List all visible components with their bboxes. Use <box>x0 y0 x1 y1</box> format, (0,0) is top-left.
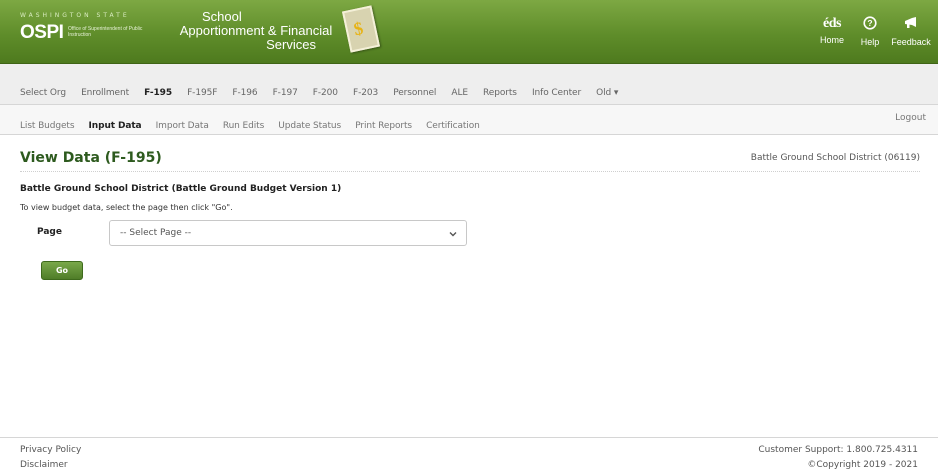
page-select[interactable]: -- Select Page -- <box>109 220 467 246</box>
nav-f197[interactable]: F-197 <box>273 88 298 98</box>
nav-f203[interactable]: F-203 <box>353 88 378 98</box>
go-button[interactable]: Go <box>41 261 83 280</box>
logo-ospi-text: OSPI <box>20 22 64 43</box>
subnav-list-budgets[interactable]: List Budgets <box>20 121 75 131</box>
app-title: School Apportionment & Financial Service… <box>176 10 336 52</box>
page-select-value: -- Select Page -- <box>120 228 192 238</box>
nav-old-dropdown[interactable]: Old ▾ <box>596 88 618 98</box>
nav-f195[interactable]: F-195 <box>144 88 172 98</box>
subnav-print-reports[interactable]: Print Reports <box>355 121 412 131</box>
megaphone-icon <box>889 16 933 34</box>
page-heading: View Data (F-195) Battle Ground School D… <box>20 150 920 172</box>
nav-enrollment[interactable]: Enrollment <box>81 88 129 98</box>
nav-f195f[interactable]: F-195F <box>187 88 217 98</box>
nav-personnel[interactable]: Personnel <box>393 88 436 98</box>
logout-link[interactable]: Logout <box>895 113 926 123</box>
app-header: WASHINGTON STATE OSPI Office of Superint… <box>0 0 938 64</box>
subnav-import-data[interactable]: Import Data <box>156 121 209 131</box>
district-tag: Battle Ground School District (06119) <box>750 153 920 163</box>
primary-nav: Select Org Enrollment F-195 F-195F F-196… <box>0 64 938 105</box>
help-label: Help <box>860 37 880 47</box>
budget-title: Battle Ground School District (Battle Gr… <box>20 184 342 194</box>
ospi-logo[interactable]: WASHINGTON STATE OSPI Office of Superint… <box>20 12 172 46</box>
svg-text:?: ? <box>867 18 872 28</box>
feedback-label: Feedback <box>891 37 931 47</box>
nav-ale[interactable]: ALE <box>451 88 468 98</box>
customer-support-text: Customer Support: 1.800.725.4311 <box>758 445 918 455</box>
app-title-line3: Services <box>266 37 316 52</box>
help-circle-icon: ? <box>848 16 892 34</box>
app-title-line2: Apportionment & Financial <box>179 23 333 38</box>
logo-office-text: Office of Superintendent of Public Instr… <box>68 26 143 38</box>
chevron-down-icon <box>448 225 458 242</box>
privacy-policy-link[interactable]: Privacy Policy <box>20 445 81 455</box>
page-title: View Data (F-195) <box>20 150 162 166</box>
money-icon: $ <box>341 5 381 53</box>
subnav-update-status[interactable]: Update Status <box>278 121 341 131</box>
subnav-input-data[interactable]: Input Data <box>89 121 142 131</box>
instructions-text: To view budget data, select the page the… <box>20 203 233 212</box>
nav-select-org[interactable]: Select Org <box>20 88 66 98</box>
help-button[interactable]: ? Help <box>848 16 892 48</box>
logo-state-label: WASHINGTON STATE <box>20 12 130 19</box>
copyright-text: ©Copyright 2019 - 2021 <box>807 460 918 470</box>
subnav-run-edits[interactable]: Run Edits <box>223 121 264 131</box>
nav-f200[interactable]: F-200 <box>313 88 338 98</box>
nav-f196[interactable]: F-196 <box>232 88 257 98</box>
secondary-nav: List Budgets Input Data Import Data Run … <box>0 105 938 135</box>
app-title-line1: School <box>202 9 242 24</box>
page-label: Page <box>37 227 62 237</box>
subnav-certification[interactable]: Certification <box>426 121 480 131</box>
nav-reports[interactable]: Reports <box>483 88 517 98</box>
feedback-button[interactable]: Feedback <box>889 16 933 48</box>
disclaimer-link[interactable]: Disclaimer <box>20 460 68 470</box>
nav-info-center[interactable]: Info Center <box>532 88 581 98</box>
page-footer: Privacy Policy Disclaimer Customer Suppo… <box>0 437 938 471</box>
